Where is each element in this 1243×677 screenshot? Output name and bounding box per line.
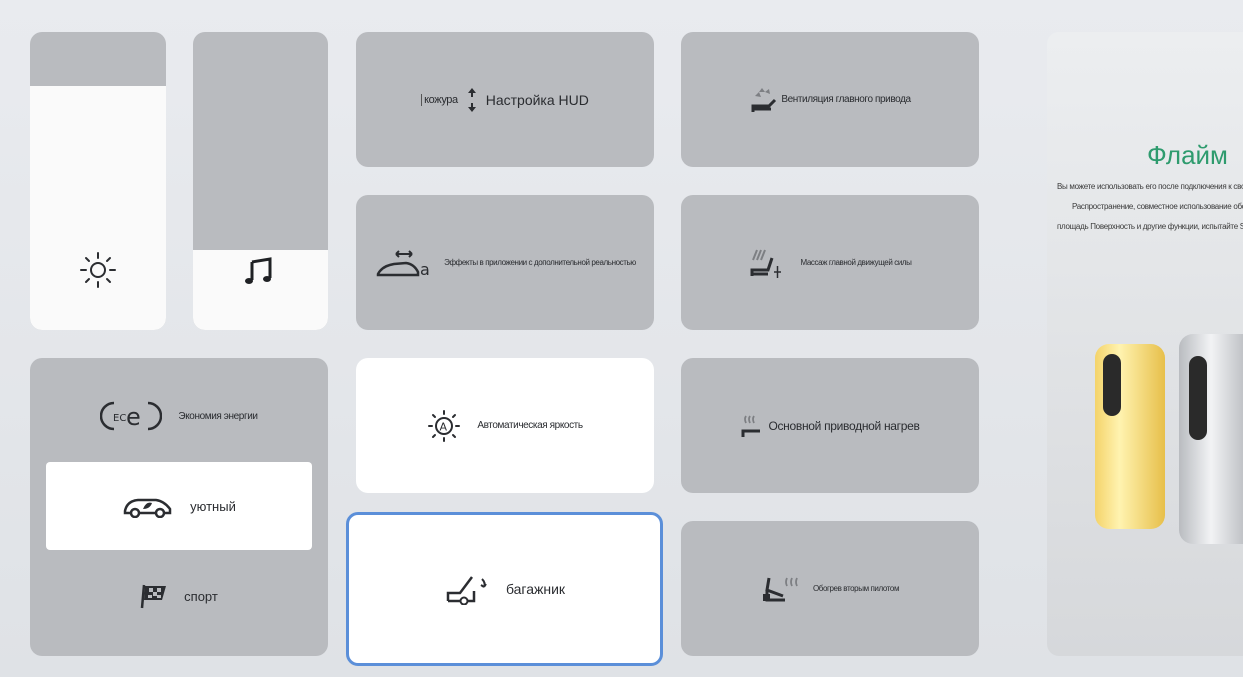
mode-sport[interactable]: спорт	[46, 552, 312, 640]
seat-fan-icon	[749, 86, 779, 114]
car-leaf-icon	[122, 494, 174, 518]
auto-brightness-tile[interactable]: A Автоматическая яркость	[356, 358, 654, 493]
seat-massage-tile[interactable]: Массаж главной движущей силы	[681, 195, 979, 330]
promo-line-3: площадь Поверхность и другие функции, ис…	[1057, 222, 1243, 231]
seat-ventilation-tile[interactable]: Вентиляция главного привода	[681, 32, 979, 167]
svg-text:A: A	[440, 420, 448, 433]
brightness-slider[interactable]	[30, 32, 166, 330]
rear-heating-tile[interactable]: Обогрев вторым пилотом	[681, 521, 979, 656]
svg-text:EC: EC	[113, 413, 126, 424]
trunk-open-icon	[444, 573, 492, 605]
volume-slider[interactable]	[193, 32, 328, 330]
checkered-flag-icon	[140, 583, 168, 609]
promo-line-1: Вы можете использовать его после подключ…	[1057, 182, 1243, 191]
ar-effects-tile[interactable]: a Эффекты в приложении с дополнительной …	[356, 195, 654, 330]
mode-eco[interactable]: EC e Экономия энергии	[46, 372, 312, 460]
sun-icon	[30, 250, 166, 290]
hud-label: Настройка HUD	[485, 91, 589, 108]
passenger-seat-heat-icon	[761, 574, 801, 604]
trunk-tile[interactable]: багажник	[346, 512, 663, 666]
mode-comfort[interactable]: уютный	[46, 462, 312, 550]
up-down-arrows-icon	[466, 86, 478, 114]
seat-heating-tile[interactable]: Основной приводной нагрев	[681, 358, 979, 493]
silver-phone-image	[1179, 334, 1243, 544]
mode-comfort-label: уютный	[190, 498, 236, 514]
auto-brightness-icon: A	[427, 409, 461, 443]
seat-massage-icon	[748, 248, 782, 278]
promo-line-2: Распространение, совместное использовани…	[1072, 202, 1243, 211]
brightness-slider-fill	[30, 85, 166, 330]
hud-prefix: кожура	[421, 93, 458, 106]
mode-sport-label: спорт	[184, 588, 218, 604]
svg-text:a: a	[420, 260, 430, 278]
flyme-promo-card[interactable]: Флайм Вы можете использовать его после п…	[1047, 32, 1243, 656]
mode-eco-label: Экономия энергии	[178, 410, 258, 422]
car-ar-icon: a	[374, 248, 436, 278]
ar-effects-label: Эффекты в приложении с дополнительной ре…	[444, 258, 636, 267]
seat-ventilation-label: Вентиляция главного привода	[781, 94, 911, 105]
seat-heating-label: Основной приводной нагрев	[768, 418, 920, 433]
rear-heating-label: Обогрев вторым пилотом	[812, 584, 900, 593]
promo-title: Флайм	[1147, 140, 1228, 170]
drive-mode-panel: EC e Экономия энергии уютный спорт	[30, 358, 328, 656]
music-note-icon	[193, 252, 328, 288]
svg-text:e: e	[126, 403, 141, 431]
hud-settings-tile[interactable]: кожура Настройка HUD	[356, 32, 654, 167]
seat-massage-label: Массаж главной движущей силы	[800, 258, 912, 267]
seat-heat-icon	[740, 413, 766, 439]
auto-brightness-label: Автоматическая яркость	[477, 420, 583, 431]
gold-phone-image	[1095, 344, 1165, 529]
eco-icon: EC e	[100, 400, 163, 432]
trunk-label: багажник	[505, 581, 566, 597]
